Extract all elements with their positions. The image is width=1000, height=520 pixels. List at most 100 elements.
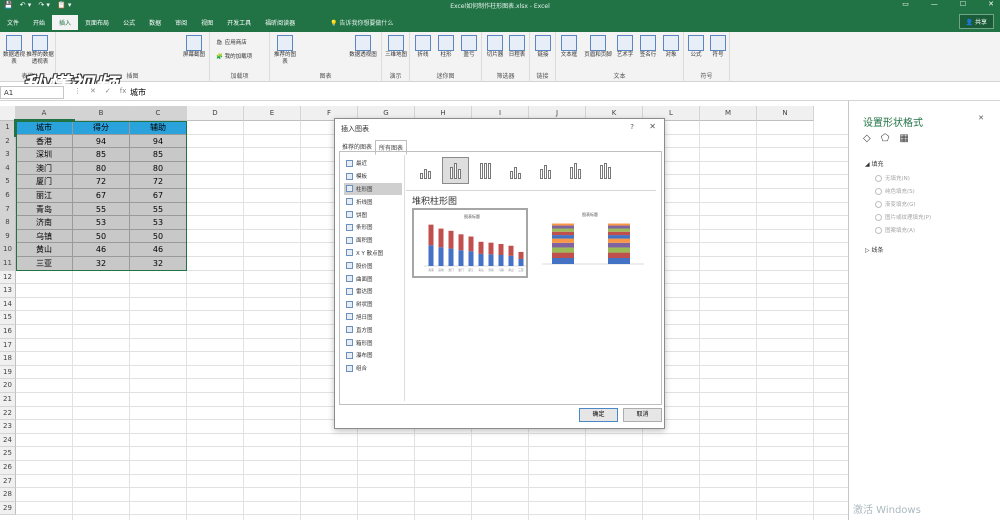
chart-type-item[interactable]: 柱形图 [344,182,402,196]
row-header[interactable]: 23 [0,420,16,434]
ribbon-tab[interactable]: 开发工具 [220,15,258,30]
chart-type-item[interactable]: 条形图 [344,221,402,234]
column-header[interactable]: D [187,106,244,121]
fill-section-header[interactable]: ◢ 填充 [865,159,884,168]
dialog-close-icon[interactable]: ✕ [649,122,656,131]
row-header[interactable]: 14 [0,297,16,312]
recommended-pivot-button[interactable]: 推荐的数据透视表 [26,35,54,66]
chart-subtype-thumbnail[interactable] [472,157,499,184]
chart-type-item[interactable]: 雷达图 [344,285,402,298]
row-header[interactable]: 17 [0,338,16,353]
column-header[interactable]: N [757,106,814,121]
row-header[interactable]: 12 [0,270,16,285]
chart-type-item[interactable]: 箱形图 [344,336,402,349]
ribbon-tab[interactable]: 开始 [26,15,52,30]
chart-type-item[interactable]: 旭日图 [344,311,402,324]
ribbon-tab[interactable]: 福昕阅读器 [258,15,302,30]
insert-function-icon[interactable]: fx [120,87,127,95]
help-icon[interactable]: ? [630,123,634,131]
chart-type-item[interactable]: 曲面图 [344,272,402,285]
row-header[interactable]: 25 [0,447,16,461]
chart-subtype-thumbnail[interactable] [592,157,619,184]
cancel-entry-icon[interactable]: ✕ [90,87,96,95]
cancel-button[interactable]: 取消 [623,408,662,422]
ribbon-tab[interactable]: 数据 [142,15,168,30]
row-header[interactable]: 2 [0,134,16,149]
equation-button[interactable]: 公式 [686,35,706,59]
ribbon-tab[interactable]: 审阅 [168,15,194,30]
minimize-icon[interactable]: — [931,0,938,8]
fill-line-icon[interactable]: ◇ [863,133,871,144]
row-header[interactable]: 9 [0,229,16,244]
row-header[interactable]: 1 [0,121,16,135]
ribbon-tab[interactable]: 文件 [0,15,26,30]
symbol-button[interactable]: 符号 [708,35,728,59]
chart-subtype-thumbnail[interactable] [532,157,559,184]
chart-type-item[interactable]: 面积图 [344,234,402,247]
slicer-button[interactable]: 切片器 [484,35,506,59]
row-header[interactable]: 8 [0,216,16,230]
sparkline-line-button[interactable]: 折线 [412,35,434,59]
row-header[interactable]: 15 [0,311,16,325]
pane-close-icon[interactable]: ✕ [978,114,984,122]
row-header[interactable]: 13 [0,284,16,298]
column-header[interactable]: C [130,106,187,121]
chart-subtype-thumbnail[interactable] [502,157,529,184]
chart-type-item[interactable]: 组合 [344,362,402,375]
confirm-entry-icon[interactable]: ✓ [105,87,111,95]
formula-input[interactable]: 城市 [130,87,146,98]
name-box[interactable]: A1 [0,86,64,99]
pivot-table-button[interactable]: 数据透视表 [2,35,26,66]
sparkline-winloss-button[interactable]: 盈亏 [458,35,480,59]
share-button[interactable]: 👤 共享 [958,14,994,29]
row-header[interactable]: 6 [0,189,16,203]
ok-button[interactable]: 确定 [579,408,618,422]
chart-type-item[interactable]: 瀑布图 [344,349,402,362]
row-header[interactable]: 22 [0,406,16,421]
row-header[interactable]: 29 [0,501,16,516]
row-header[interactable]: 7 [0,202,16,217]
timeline-button[interactable]: 日程表 [506,35,528,59]
no-fill-option[interactable]: 无填充(N) [875,174,910,182]
row-header[interactable]: 4 [0,161,16,176]
gradient-fill-option[interactable]: 渐变填充(G) [875,200,916,208]
pattern-fill-option[interactable]: 图案填充(A) [875,226,915,234]
row-header[interactable]: 27 [0,474,16,489]
maximize-icon[interactable]: ☐ [960,0,966,8]
column-header[interactable]: B [73,106,130,121]
recommended-charts-button[interactable]: 推荐的图表 [272,35,298,66]
link-button[interactable]: 链接 [532,35,554,59]
row-header[interactable]: 5 [0,175,16,189]
row-header[interactable]: 19 [0,365,16,380]
ribbon-tab[interactable]: 视图 [194,15,220,30]
object-button[interactable]: 对象 [660,35,682,59]
ribbon-display-icon[interactable]: ▭ [902,0,909,8]
row-header[interactable]: 11 [0,257,16,271]
chart-type-item[interactable]: 股价图 [344,259,402,272]
row-header[interactable]: 24 [0,433,16,448]
sparkline-column-button[interactable]: 柱形 [435,35,457,59]
line-section-header[interactable]: ▷ 线条 [865,245,884,254]
row-header[interactable]: 26 [0,461,16,475]
screenshot-button[interactable]: 屏幕截图 [180,35,208,59]
row-header[interactable]: 16 [0,325,16,339]
textbox-button[interactable]: 文本框 [558,35,580,59]
row-header[interactable]: 21 [0,393,16,407]
row-header[interactable]: 20 [0,379,16,393]
chart-type-item[interactable]: X Y 散点图 [344,247,402,260]
picture-fill-option[interactable]: 图片或纹理填充(P) [875,213,931,221]
effects-icon[interactable]: ⬠ [881,133,890,144]
my-addins-button[interactable]: 🧩 我的加载项 [216,52,252,60]
column-header[interactable]: E [244,106,301,121]
solid-fill-option[interactable]: 纯色填充(S) [875,187,915,195]
chart-type-item[interactable]: 饼图 [344,208,402,221]
row-header[interactable]: 10 [0,243,16,257]
chart-type-item[interactable]: 折线图 [344,195,402,208]
chart-type-item[interactable]: 模板 [344,170,402,183]
column-header[interactable]: M [700,106,757,121]
chart-subtype-thumbnail[interactable] [442,157,469,184]
pivot-chart-button[interactable]: 数据透视图 [348,35,378,59]
close-icon[interactable]: ✕ [988,0,994,8]
size-properties-icon[interactable]: ▦ [899,133,908,144]
signature-line-button[interactable]: 签名行 [637,35,659,59]
